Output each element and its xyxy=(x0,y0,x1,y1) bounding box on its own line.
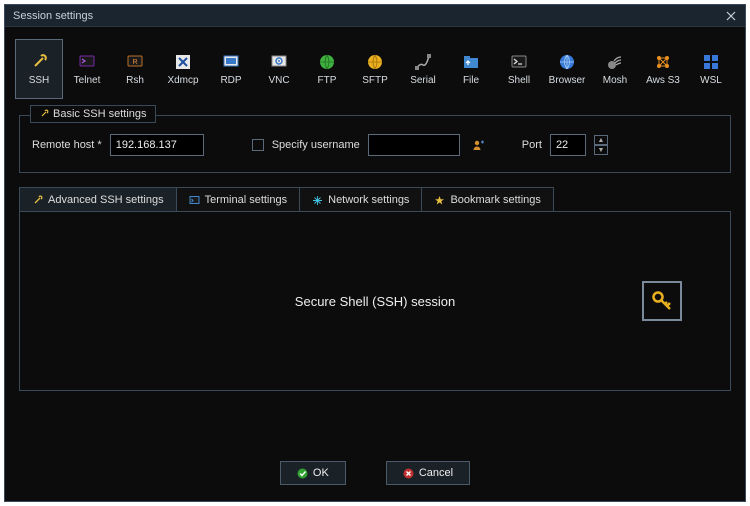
protocol-file[interactable]: File xyxy=(447,39,495,99)
tab-content: Secure Shell (SSH) session xyxy=(19,211,731,391)
basic-ssh-legend: Basic SSH settings xyxy=(30,105,156,123)
specify-username-label: Specify username xyxy=(272,139,360,151)
ok-check-icon xyxy=(297,468,308,479)
sftp-icon xyxy=(366,53,384,71)
protocol-ssh[interactable]: SSH xyxy=(15,39,63,99)
basic-row: Remote host * Specify username Port ▲▼ xyxy=(32,134,718,156)
tab-label: Network settings xyxy=(328,194,409,206)
protocol-ftp[interactable]: FTP xyxy=(303,39,351,99)
aws-icon xyxy=(654,53,672,71)
xdmcp-icon xyxy=(174,53,192,71)
key-icon xyxy=(650,289,674,313)
protocol-sftp[interactable]: SFTP xyxy=(351,39,399,99)
protocol-awss3[interactable]: Aws S3 xyxy=(639,39,687,99)
cancel-label: Cancel xyxy=(419,467,453,479)
session-settings-dialog: Session settings SSH Telnet R Rsh Xdmcp RDP VN… xyxy=(4,4,746,502)
shell-icon xyxy=(510,53,528,71)
session-type-label: Secure Shell (SSH) session xyxy=(295,294,455,309)
browser-icon xyxy=(558,53,576,71)
svg-text:R: R xyxy=(132,59,137,66)
vnc-icon xyxy=(270,53,288,71)
protocol-label: Browser xyxy=(549,75,586,86)
basic-ssh-fieldset: Basic SSH settings Remote host * Specify… xyxy=(19,115,731,173)
protocol-serial[interactable]: Serial xyxy=(399,39,447,99)
protocol-toolbar: SSH Telnet R Rsh Xdmcp RDP VNC FTP SFTP Serial Fil… xyxy=(5,27,745,109)
terminal-icon xyxy=(189,195,200,206)
ssh-icon xyxy=(30,53,48,71)
protocol-label: Aws S3 xyxy=(646,75,680,86)
telnet-icon xyxy=(78,53,96,71)
window-title: Session settings xyxy=(13,10,93,22)
tabs-wrapper: Advanced SSH settings Terminal settings Ne… xyxy=(19,187,731,391)
port-label: Port xyxy=(522,139,542,151)
port-input[interactable] xyxy=(550,134,586,156)
key-button[interactable] xyxy=(642,281,682,321)
legend-text: Basic SSH settings xyxy=(53,108,147,120)
protocol-vnc[interactable]: VNC xyxy=(255,39,303,99)
protocol-label: SFTP xyxy=(362,75,388,86)
protocol-mosh[interactable]: Mosh xyxy=(591,39,639,99)
tab-label: Advanced SSH settings xyxy=(48,194,164,206)
protocol-rsh[interactable]: R Rsh xyxy=(111,39,159,99)
protocol-shell[interactable]: Shell xyxy=(495,39,543,99)
network-icon xyxy=(312,195,323,206)
cancel-x-icon xyxy=(403,468,414,479)
ftp-icon xyxy=(318,53,336,71)
protocol-label: Shell xyxy=(508,75,530,86)
protocol-label: VNC xyxy=(268,75,289,86)
mosh-icon xyxy=(606,53,624,71)
titlebar: Session settings xyxy=(5,5,745,27)
protocol-telnet[interactable]: Telnet xyxy=(63,39,111,99)
ok-label: OK xyxy=(313,467,329,479)
protocol-label: Xdmcp xyxy=(167,75,198,86)
protocol-wsl[interactable]: WSL xyxy=(687,39,735,99)
remote-host-input[interactable] xyxy=(110,134,204,156)
cancel-button[interactable]: Cancel xyxy=(386,461,470,485)
tab-label: Terminal settings xyxy=(205,194,288,206)
protocol-label: Telnet xyxy=(74,75,101,86)
file-icon xyxy=(462,53,480,71)
tabs-bar: Advanced SSH settings Terminal settings Ne… xyxy=(19,187,731,212)
protocol-label: WSL xyxy=(700,75,722,86)
rdp-icon xyxy=(222,53,240,71)
wrench-icon xyxy=(32,195,43,206)
tab-network-settings[interactable]: Network settings xyxy=(300,187,422,212)
username-input[interactable] xyxy=(368,134,460,156)
protocol-label: Rsh xyxy=(126,75,144,86)
tab-terminal-settings[interactable]: Terminal settings xyxy=(177,187,301,212)
tab-label: Bookmark settings xyxy=(450,194,540,206)
tab-bookmark-settings[interactable]: Bookmark settings xyxy=(422,187,553,212)
wsl-icon xyxy=(702,53,720,71)
content-area: Basic SSH settings Remote host * Specify… xyxy=(5,109,745,449)
protocol-rdp[interactable]: RDP xyxy=(207,39,255,99)
protocol-label: RDP xyxy=(220,75,241,86)
remote-host-label: Remote host * xyxy=(32,139,102,151)
wrench-icon xyxy=(39,109,49,119)
protocol-label: Serial xyxy=(410,75,436,86)
protocol-browser[interactable]: Browser xyxy=(543,39,591,99)
ok-button[interactable]: OK xyxy=(280,461,346,485)
rsh-icon: R xyxy=(126,53,144,71)
serial-icon xyxy=(414,53,432,71)
protocol-label: FTP xyxy=(318,75,337,86)
dialog-footer: OK Cancel xyxy=(5,449,745,501)
protocol-label: File xyxy=(463,75,479,86)
protocol-xdmcp[interactable]: Xdmcp xyxy=(159,39,207,99)
port-spinner[interactable]: ▲▼ xyxy=(594,135,608,155)
specify-username-checkbox[interactable] xyxy=(252,139,264,151)
star-icon xyxy=(434,195,445,206)
protocol-label: SSH xyxy=(29,75,50,86)
protocol-label: Mosh xyxy=(603,75,627,86)
close-icon[interactable] xyxy=(723,8,739,24)
user-picker-icon[interactable] xyxy=(468,135,488,155)
tab-advanced-ssh-settings[interactable]: Advanced SSH settings xyxy=(19,187,177,212)
